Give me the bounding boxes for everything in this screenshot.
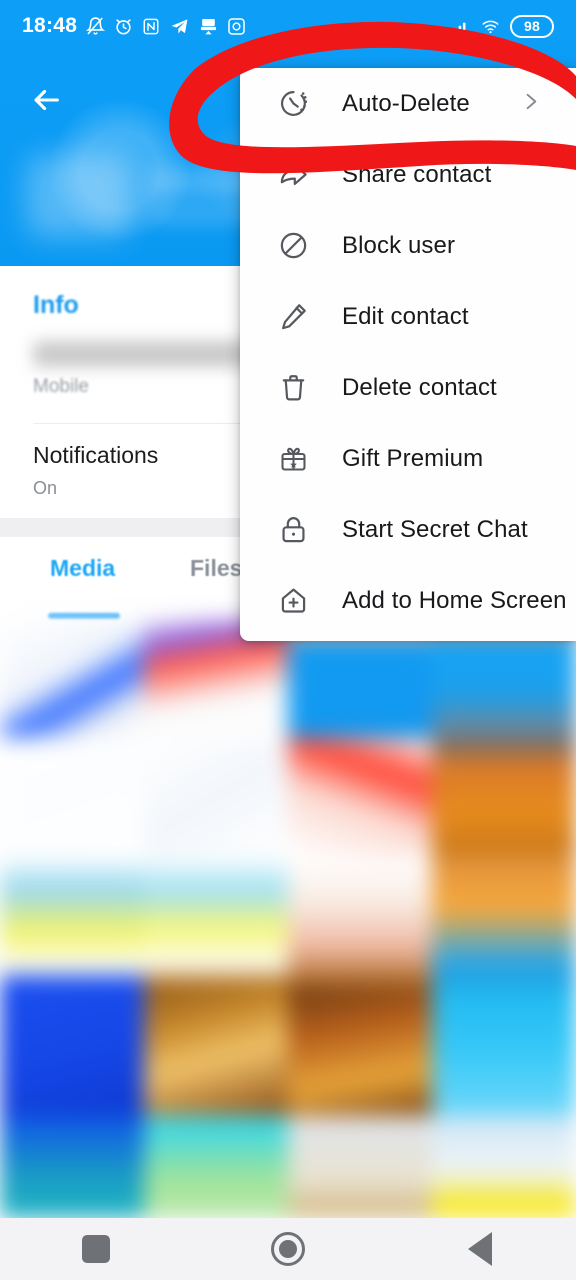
phone-screen: 18:48 98 Info Mobile Notifications On Me… (0, 0, 576, 1280)
status-bar: 18:48 98 (0, 0, 576, 52)
menu-item-label: Add to Home Screen (342, 586, 567, 614)
notifications-title: Notifications (33, 442, 159, 468)
home-button[interactable] (253, 1218, 323, 1280)
media-thumbnail-grid[interactable] (0, 620, 576, 1218)
menu-item-edit-contact[interactable]: Edit contact (240, 281, 576, 352)
menu-item-label: Delete contact (342, 373, 497, 401)
media-thumbnail[interactable] (288, 856, 432, 986)
menu-item-label: Gift Premium (342, 444, 484, 472)
status-bar-right-icons: 98 (452, 14, 554, 38)
block-circle-slash-icon (274, 227, 312, 265)
media-thumbnail[interactable] (432, 738, 576, 856)
tab-files[interactable]: Files (190, 555, 242, 582)
media-thumbnail[interactable] (288, 986, 432, 1116)
media-thumbnail[interactable] (288, 1116, 432, 1218)
tab-active-indicator (48, 613, 120, 619)
media-thumbnail[interactable] (432, 986, 576, 1116)
menu-item-gift-premium[interactable]: Gift Premium (240, 423, 576, 494)
trash-bin-icon (274, 369, 312, 407)
contact-context-menu[interactable]: Auto-Delete Share contact Block user Edi… (240, 68, 576, 641)
media-thumbnail[interactable] (144, 1116, 288, 1218)
media-thumbnail[interactable] (0, 738, 144, 856)
avatar[interactable] (26, 155, 130, 237)
media-thumbnail[interactable] (288, 738, 432, 856)
notifications-value: On (33, 478, 58, 498)
battery-badge: 98 (510, 14, 554, 38)
media-thumbnail[interactable] (0, 1116, 144, 1218)
cellular-signal-icon (454, 22, 466, 34)
nfc-icon (143, 18, 159, 34)
camera-icon (228, 17, 245, 35)
gift-box-icon (274, 440, 312, 478)
media-thumbnail[interactable] (432, 1116, 576, 1218)
battery-percent-label: 98 (524, 18, 540, 34)
alarm-clock-icon (116, 18, 131, 34)
tab-media[interactable]: Media (50, 555, 115, 582)
menu-item-block-user[interactable]: Block user (240, 210, 576, 281)
media-thumbnail[interactable] (0, 986, 144, 1116)
arrow-left-icon (34, 89, 59, 111)
phone-type-label: Mobile (33, 376, 89, 397)
circle-home-icon (271, 1232, 305, 1266)
menu-item-add-to-home-screen[interactable]: Add to Home Screen (240, 565, 576, 636)
menu-item-label: Share contact (342, 160, 492, 188)
triangle-back-icon (468, 1232, 492, 1266)
auto-delete-timer-icon (274, 85, 312, 123)
back-nav-button[interactable] (445, 1218, 515, 1280)
menu-item-label: Auto-Delete (342, 89, 470, 117)
media-thumbnail[interactable] (432, 856, 576, 986)
telegram-icon (171, 18, 188, 34)
menu-item-share-contact[interactable]: Share contact (240, 139, 576, 210)
download-manager-icon (201, 18, 217, 34)
info-section-title: Info (33, 291, 79, 319)
media-thumbnail[interactable] (144, 986, 288, 1116)
menu-item-delete-contact[interactable]: Delete contact (240, 352, 576, 423)
share-arrow-icon (274, 156, 312, 194)
media-thumbnail[interactable] (0, 620, 144, 738)
recents-button[interactable] (61, 1218, 131, 1280)
menu-item-label: Block user (342, 231, 456, 259)
media-thumbnail[interactable] (144, 856, 288, 986)
square-recents-icon (82, 1235, 110, 1263)
chevron-right-icon (519, 90, 542, 118)
status-bar-clock: 18:48 (22, 14, 78, 37)
bell-muted-icon (86, 17, 106, 35)
wifi-icon (482, 20, 499, 33)
back-button[interactable] (24, 78, 68, 122)
menu-item-start-secret-chat[interactable]: Start Secret Chat (240, 494, 576, 565)
android-navigation-bar (0, 1218, 576, 1280)
menu-item-label: Edit contact (342, 302, 469, 330)
status-bar-left-icons (86, 16, 246, 36)
menu-item-auto-delete[interactable]: Auto-Delete (240, 68, 576, 139)
home-plus-icon (274, 582, 312, 620)
pencil-edit-icon (274, 298, 312, 336)
media-thumbnail[interactable] (0, 856, 144, 986)
lock-icon (274, 511, 312, 549)
media-thumbnail[interactable] (144, 738, 288, 856)
menu-item-label: Start Secret Chat (342, 515, 528, 543)
